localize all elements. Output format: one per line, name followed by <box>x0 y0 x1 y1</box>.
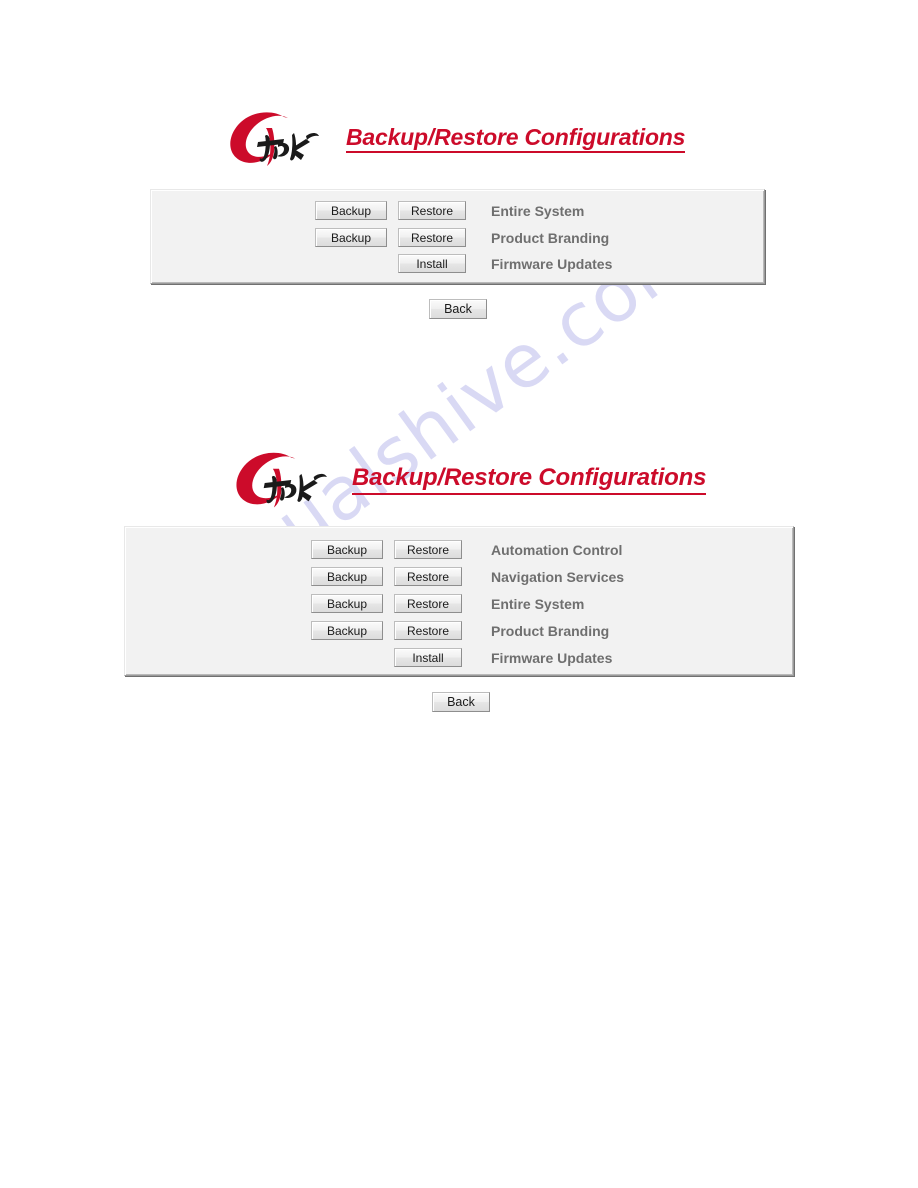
table-row: Backup Restore Automation Control <box>311 540 622 559</box>
table-row: Install Firmware Updates <box>311 648 612 667</box>
restore-button[interactable]: Restore <box>394 621 462 640</box>
screen-1-back-wrap: Back <box>429 299 487 319</box>
table-row: Backup Restore Entire System <box>315 201 584 220</box>
install-button[interactable]: Install <box>398 254 466 273</box>
backup-button[interactable]: Backup <box>315 228 387 247</box>
restore-button[interactable]: Restore <box>398 228 466 247</box>
row-label-entire-system: Entire System <box>491 595 585 612</box>
screen-1-panel: Backup Restore Entire System Backup Rest… <box>150 189 765 284</box>
page-title: Backup/Restore Configurations <box>346 125 685 154</box>
row-label-product-branding: Product Branding <box>491 622 610 639</box>
page-title: Backup/Restore Configurations <box>352 465 706 495</box>
backup-button[interactable]: Backup <box>315 201 387 220</box>
screen-2-header: Backup/Restore Configurations <box>228 448 706 512</box>
restore-button[interactable]: Restore <box>398 201 466 220</box>
restore-button[interactable]: Restore <box>394 567 462 586</box>
row-label-product-branding: Product Branding <box>491 229 610 246</box>
row-label-automation-control: Automation Control <box>491 541 623 558</box>
ctek-logo <box>228 448 332 512</box>
table-row: Backup Restore Product Branding <box>315 228 609 247</box>
table-row: Install Firmware Updates <box>315 254 612 273</box>
row-label-firmware-updates: Firmware Updates <box>491 649 613 666</box>
screen-2-panel: Backup Restore Automation Control Backup… <box>124 526 794 676</box>
ctek-logo <box>222 108 324 170</box>
screen-1-header: Backup/Restore Configurations <box>222 108 685 170</box>
table-row: Backup Restore Entire System <box>311 594 584 613</box>
row-label-firmware-updates: Firmware Updates <box>491 255 613 272</box>
row-label-navigation-services: Navigation Services <box>491 568 625 585</box>
table-row: Backup Restore Product Branding <box>311 621 609 640</box>
table-row: Backup Restore Navigation Services <box>311 567 624 586</box>
backup-button[interactable]: Backup <box>311 621 383 640</box>
row-label-entire-system: Entire System <box>491 202 585 219</box>
restore-button[interactable]: Restore <box>394 594 462 613</box>
back-button[interactable]: Back <box>432 692 490 712</box>
screen-2-back-wrap: Back <box>432 692 490 712</box>
backup-button[interactable]: Backup <box>311 567 383 586</box>
install-button[interactable]: Install <box>394 648 462 667</box>
restore-button[interactable]: Restore <box>394 540 462 559</box>
back-button[interactable]: Back <box>429 299 487 319</box>
document-page: manualshive.com Backup/Restore Configura… <box>0 0 918 1188</box>
backup-button[interactable]: Backup <box>311 594 383 613</box>
backup-button[interactable]: Backup <box>311 540 383 559</box>
